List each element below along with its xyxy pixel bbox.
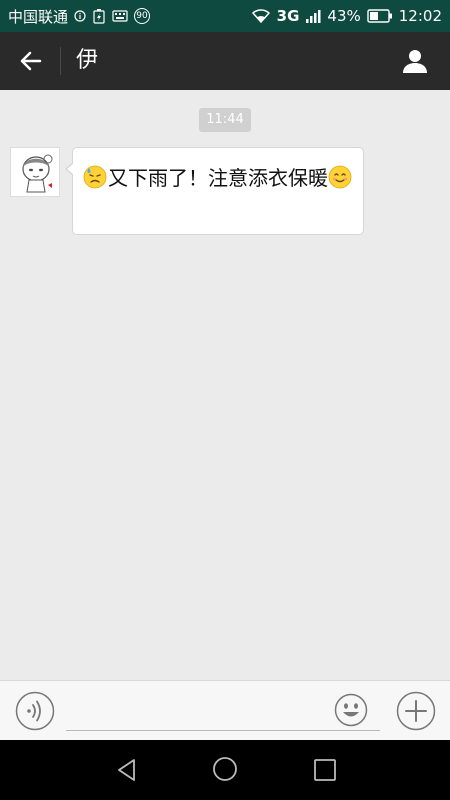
input-bar [0,680,450,740]
message-input[interactable] [66,730,380,731]
keyboard-icon [112,10,128,22]
smile-emoji-icon [328,165,352,189]
system-nav-bar [0,740,450,800]
message-content: 又下雨了！注意添衣保暖 [83,161,353,195]
status-time: 12:02 [398,7,442,25]
user-icon[interactable] [400,46,430,76]
voice-icon[interactable] [15,691,55,731]
avatar[interactable] [10,147,60,197]
message-bubble[interactable]: 又下雨了！注意添衣保暖 [65,147,364,235]
chat-area[interactable]: 11:44 又下雨了！注意添衣保暖 [0,90,450,680]
battery-saver-icon [92,8,106,24]
carrier-label: 中国联通 [8,7,69,26]
nav-home-icon[interactable] [212,756,238,782]
message-timestamp: 11:44 [199,108,251,132]
nav-recent-icon[interactable] [312,757,338,783]
title-divider [60,47,61,75]
message-text: 又下雨了！注意添衣保暖 [108,166,328,190]
status-bar: 中国联通 90 3G 43% 12:02 [0,0,450,32]
wifi-icon [251,8,271,24]
status-right: 3G 43% 12:02 [251,0,442,32]
arrow-left-icon[interactable] [16,46,46,76]
battery-percent: 43% [327,7,361,25]
battery-icon [367,9,393,23]
signal-icon [305,8,321,24]
status-left: 中国联通 90 [8,0,151,32]
smile-icon[interactable] [334,693,368,727]
plus-icon[interactable] [396,691,436,731]
notification-badge: 90 [134,8,151,24]
title-bar: 伊 [0,32,450,90]
nav-back-icon[interactable] [114,757,140,783]
info-icon [74,10,86,22]
network-type: 3G [276,7,300,25]
sad-sweat-emoji-icon [83,165,107,189]
chat-title: 伊 [76,48,99,73]
